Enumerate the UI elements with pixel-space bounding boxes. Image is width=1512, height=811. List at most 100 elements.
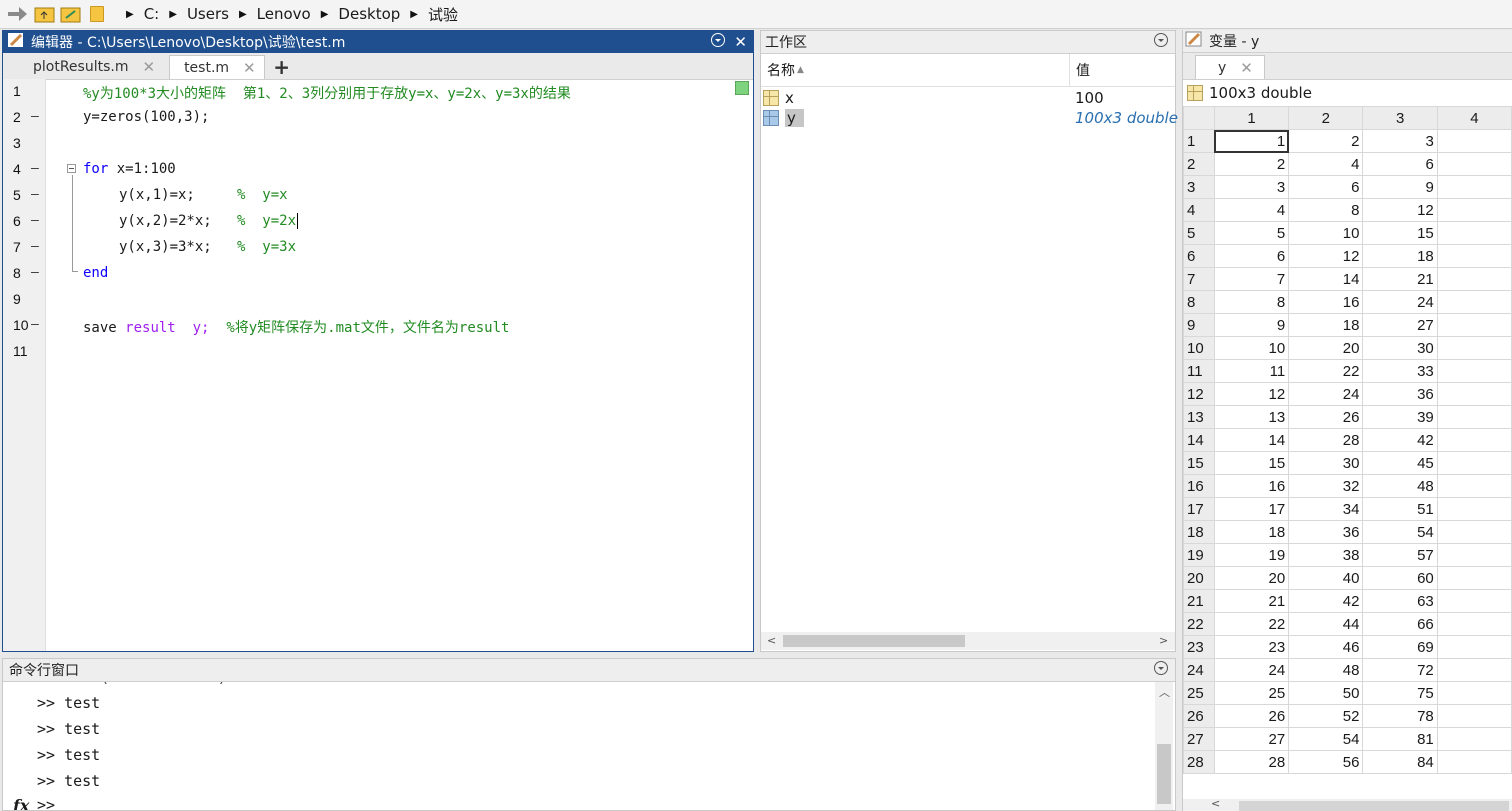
grid-row-header[interactable]: 5	[1183, 221, 1215, 245]
grid-cell[interactable]: 2	[1288, 129, 1364, 153]
grid-cell[interactable]: 15	[1213, 451, 1290, 475]
grid-cell[interactable]: 22	[1288, 359, 1364, 383]
grid-cell[interactable]: 16	[1213, 474, 1290, 498]
code-line-9[interactable]: 9	[3, 287, 703, 313]
grid-cell[interactable]: 6	[1362, 152, 1438, 176]
grid-cell-empty[interactable]	[1436, 566, 1512, 590]
grid-cell[interactable]: 19	[1213, 543, 1290, 567]
grid-row-header[interactable]: 16	[1183, 474, 1215, 498]
tab-plotresults[interactable]: plotResults.m ✕	[25, 55, 163, 79]
code-line-7[interactable]: 7 — y(x,3)=3*x; % y=3x	[3, 235, 703, 261]
grid-row-header[interactable]: 22	[1183, 612, 1215, 636]
grid-cell-empty[interactable]	[1436, 129, 1512, 153]
grid-cell[interactable]: 14	[1288, 267, 1364, 291]
tab-test[interactable]: test.m ✕	[169, 55, 265, 79]
grid-row-header[interactable]: 12	[1183, 382, 1215, 406]
grid-cell[interactable]: 26	[1213, 704, 1290, 728]
grid-cell[interactable]: 21	[1362, 267, 1438, 291]
grid-cell-empty[interactable]	[1436, 267, 1512, 291]
grid-cell[interactable]: 12	[1362, 198, 1438, 222]
grid-cell[interactable]: 28	[1213, 750, 1290, 774]
vertical-scrollbar[interactable]: ︿	[1155, 682, 1173, 810]
grid-cell[interactable]: 24	[1288, 382, 1364, 406]
grid-cell-empty[interactable]	[1436, 313, 1512, 337]
grid-cell[interactable]: 22	[1213, 612, 1290, 636]
code-line-5[interactable]: 5 — y(x,1)=x; % y=x	[3, 183, 703, 209]
grid-cell[interactable]: 10	[1288, 221, 1364, 245]
grid-cell[interactable]: 18	[1288, 313, 1364, 337]
grid-row-header[interactable]: 7	[1183, 267, 1215, 291]
grid-cell[interactable]: 42	[1362, 428, 1438, 452]
crumb-lenovo[interactable]: Lenovo	[257, 5, 311, 23]
grid-cell[interactable]: 15	[1362, 221, 1438, 245]
grid-cell-empty[interactable]	[1436, 244, 1512, 268]
grid-row-header[interactable]: 1	[1183, 129, 1215, 153]
grid-column-header[interactable]: 1	[1213, 106, 1290, 130]
column-value-header[interactable]: 值	[1076, 60, 1090, 80]
grid-cell-empty[interactable]	[1436, 589, 1512, 613]
fx-function-browser-icon[interactable]: fx	[13, 796, 29, 810]
grid-row-header[interactable]: 26	[1183, 704, 1215, 728]
grid-cell-empty[interactable]	[1436, 382, 1512, 406]
grid-cell[interactable]: 84	[1362, 750, 1438, 774]
grid-cell[interactable]: 38	[1288, 543, 1364, 567]
scroll-up-icon[interactable]: ︿	[1159, 684, 1170, 700]
grid-cell[interactable]: 12	[1213, 382, 1290, 406]
grid-cell[interactable]: 6	[1213, 244, 1290, 268]
grid-cell-empty[interactable]	[1436, 704, 1512, 728]
grid-cell[interactable]: 50	[1288, 681, 1364, 705]
grid-cell[interactable]: 45	[1362, 451, 1438, 475]
grid-cell-empty[interactable]	[1436, 198, 1512, 222]
grid-cell[interactable]: 8	[1213, 290, 1290, 314]
forward-icon[interactable]	[6, 4, 28, 24]
grid-cell[interactable]: 8	[1288, 198, 1364, 222]
grid-cell-empty[interactable]	[1436, 175, 1512, 199]
grid-cell[interactable]: 57	[1362, 543, 1438, 567]
panel-menu-icon[interactable]	[710, 32, 726, 52]
grid-cell[interactable]: 25	[1213, 681, 1290, 705]
scroll-right-icon[interactable]: >	[1159, 634, 1168, 647]
analyzer-status-indicator[interactable]	[735, 81, 749, 95]
grid-cell[interactable]: 11	[1213, 359, 1290, 383]
grid-cell[interactable]: 2	[1213, 152, 1290, 176]
column-name-header[interactable]: 名称	[767, 60, 795, 80]
grid-row-header[interactable]: 17	[1183, 497, 1215, 521]
grid-cell[interactable]: 36	[1288, 520, 1364, 544]
grid-cell-empty[interactable]	[1436, 497, 1512, 521]
grid-cell[interactable]: 9	[1362, 175, 1438, 199]
grid-cell-empty[interactable]	[1436, 658, 1512, 682]
code-line-2[interactable]: 2 — y=zeros(100,3);	[3, 105, 703, 131]
code-line-11[interactable]: 11	[3, 339, 703, 365]
grid-cell[interactable]: 9	[1213, 313, 1290, 337]
grid-row-header[interactable]: 20	[1183, 566, 1215, 590]
grid-cell-empty[interactable]	[1436, 750, 1512, 774]
grid-cell[interactable]: 54	[1288, 727, 1364, 751]
grid-column-header[interactable]: 4	[1436, 106, 1512, 130]
grid-horizontal-scrollbar[interactable]: <	[1183, 797, 1512, 811]
close-icon[interactable]: ✕	[734, 33, 747, 51]
grid-cell[interactable]: 40	[1288, 566, 1364, 590]
code-line-4[interactable]: 4 — for x=1:100	[3, 157, 703, 183]
grid-cell[interactable]: 5	[1213, 221, 1290, 245]
grid-cell[interactable]: 42	[1288, 589, 1364, 613]
code-line-3[interactable]: 3	[3, 131, 703, 157]
grid-cell[interactable]: 75	[1362, 681, 1438, 705]
grid-cell[interactable]: 4	[1288, 152, 1364, 176]
grid-cell[interactable]: 48	[1362, 474, 1438, 498]
grid-cell[interactable]: 48	[1288, 658, 1364, 682]
grid-cell[interactable]: 7	[1213, 267, 1290, 291]
panel-menu-icon[interactable]	[1153, 660, 1169, 680]
workspace-row-y[interactable]: y 100x3 double	[761, 108, 1178, 128]
grid-cell[interactable]: 30	[1288, 451, 1364, 475]
grid-cell[interactable]: 26	[1288, 405, 1364, 429]
fold-toggle-icon[interactable]	[67, 164, 76, 173]
grid-column-header[interactable]: 3	[1362, 106, 1438, 130]
close-tab-icon[interactable]: ✕	[243, 59, 256, 77]
grid-cell[interactable]: 60	[1362, 566, 1438, 590]
grid-cell-empty[interactable]	[1436, 681, 1512, 705]
grid-cell[interactable]: 44	[1288, 612, 1364, 636]
grid-cell[interactable]: 3	[1362, 129, 1438, 153]
grid-cell[interactable]: 27	[1362, 313, 1438, 337]
grid-cell[interactable]: 81	[1362, 727, 1438, 751]
grid-cell[interactable]: 24	[1213, 658, 1290, 682]
